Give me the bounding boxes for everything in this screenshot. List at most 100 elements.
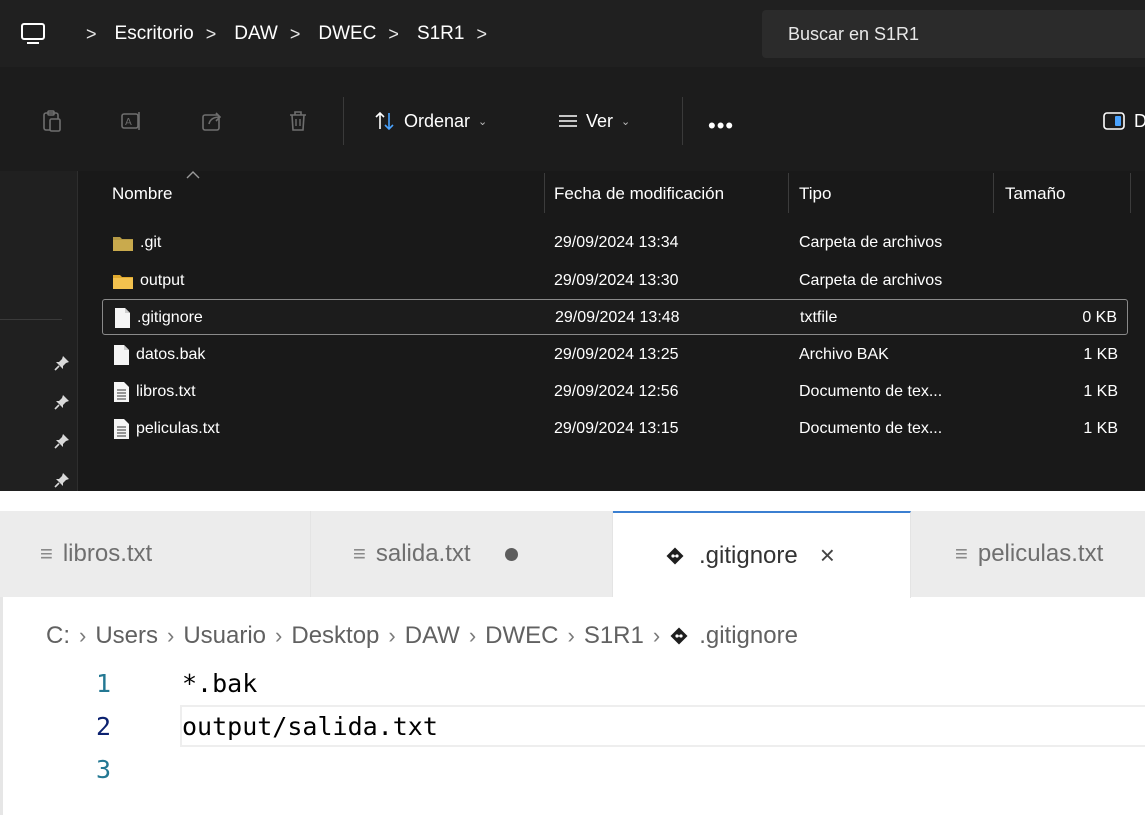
file-row-gitignore[interactable]: .gitignore 29/09/2024 13:48 txtfile 0 KB [102, 299, 1128, 335]
file-row-libros-txt[interactable]: libros.txt 29/09/2024 12:56 Documento de… [102, 374, 1128, 410]
file-date: 29/09/2024 13:48 [555, 309, 680, 326]
delete-icon[interactable] [286, 109, 310, 133]
breadcrumb-gitignore[interactable]: .gitignore [699, 622, 798, 650]
text-file-icon [114, 382, 129, 402]
chevron-down-icon: ⌄ [621, 115, 631, 128]
line-number: 3 [96, 754, 112, 784]
breadcrumb-usuario[interactable]: Usuario [183, 622, 266, 650]
file-date: 29/09/2024 12:56 [554, 383, 679, 400]
rename-icon[interactable]: A [120, 109, 144, 133]
address-bar[interactable]: > Escritorio > DAW > DWEC > S1R1 > Busca… [0, 0, 1145, 67]
sort-button[interactable]: Ordenar ⌄ [374, 107, 487, 135]
more-options-button[interactable]: ••• [708, 113, 734, 139]
details-pane-icon [1103, 112, 1125, 130]
breadcrumb-escritorio[interactable]: Escritorio [115, 23, 194, 45]
share-icon[interactable] [200, 109, 224, 133]
file-name-cell: libros.txt [112, 374, 196, 410]
column-divider[interactable] [993, 173, 994, 213]
chevron-right-icon[interactable]: > [206, 24, 217, 45]
line-number: 2 [96, 711, 112, 741]
tab-libros-txt[interactable]: ≡ libros.txt [0, 511, 311, 597]
editor-tab-bar: ≡ libros.txt ≡ salida.txt .gitignore × ≡… [0, 511, 1145, 598]
view-button[interactable]: Ver ⌄ [558, 107, 630, 135]
pin-icon[interactable] [54, 472, 70, 488]
column-header-size[interactable]: Tamaño [1005, 171, 1065, 217]
tab-salida-txt[interactable]: ≡ salida.txt [311, 511, 613, 597]
file-date: 29/09/2024 13:25 [554, 346, 679, 363]
breadcrumb-s1r1[interactable]: S1R1 [584, 622, 644, 650]
git-diamond-icon [670, 627, 688, 645]
code-line[interactable]: 1 *.bak [0, 662, 1145, 704]
file-name: output [140, 272, 185, 289]
breadcrumb-daw[interactable]: DAW [405, 622, 460, 650]
editor-breadcrumb: C: › Users › Usuario › Desktop › DAW › D… [46, 616, 798, 656]
file-size: 1 KB [1083, 383, 1118, 400]
toolbar-divider [682, 97, 683, 145]
column-header-date[interactable]: Fecha de modificación [554, 171, 724, 217]
breadcrumb-users[interactable]: Users [95, 622, 158, 650]
pin-icon[interactable] [54, 355, 70, 371]
chevron-right-icon: › [567, 623, 575, 648]
file-row-git[interactable]: .git 29/09/2024 13:34 Carpeta de archivo… [102, 225, 1128, 261]
unsaved-dot-icon[interactable] [504, 547, 518, 561]
pin-icon[interactable] [54, 394, 70, 410]
file-row-datos-bak[interactable]: datos.bak 29/09/2024 13:25 Archivo BAK 1… [102, 337, 1128, 373]
lines-icon: ≡ [40, 541, 53, 566]
chevron-right-icon[interactable]: > [388, 24, 399, 45]
search-input[interactable]: Buscar en S1R1 [762, 10, 1145, 58]
file-icon [114, 345, 129, 365]
lines-icon: ≡ [353, 541, 366, 566]
breadcrumb-dwec[interactable]: DWEC [485, 622, 558, 650]
this-pc-icon[interactable] [20, 22, 46, 46]
code-line-current[interactable]: 2 output/salida.txt [0, 705, 1145, 747]
file-row-output[interactable]: output 29/09/2024 13:30 Carpeta de archi… [102, 263, 1128, 299]
close-icon[interactable]: × [820, 540, 835, 571]
breadcrumb-dwec[interactable]: DWEC [318, 23, 376, 45]
pin-icon[interactable] [54, 433, 70, 449]
column-divider[interactable] [544, 173, 545, 213]
chevron-right-icon[interactable]: > [86, 24, 97, 45]
text-file-icon [114, 419, 129, 439]
line-number: 1 [96, 668, 112, 698]
tab-label: libros.txt [62, 540, 153, 567]
column-divider[interactable] [788, 173, 789, 213]
tab-gitignore[interactable]: .gitignore × [613, 511, 911, 598]
address-breadcrumb: > Escritorio > DAW > DWEC > S1R1 > [74, 18, 505, 50]
sort-label: Ordenar [404, 110, 471, 131]
chevron-right-icon: › [652, 623, 661, 648]
paste-icon[interactable] [40, 109, 64, 133]
breadcrumb-daw[interactable]: DAW [234, 23, 278, 45]
column-header-type[interactable]: Tipo [799, 171, 831, 217]
file-date: 29/09/2024 13:34 [554, 234, 679, 251]
chevron-right-icon: › [167, 623, 175, 648]
file-date: 29/09/2024 13:30 [554, 272, 679, 289]
tab-label: salida.txt [375, 540, 471, 567]
git-diamond-icon [666, 547, 684, 564]
navigation-pane[interactable] [0, 171, 78, 491]
toolbar-divider [343, 97, 344, 145]
lines-icon: ≡ [955, 541, 968, 566]
file-name-cell: datos.bak [112, 337, 205, 373]
view-lines-icon [559, 115, 577, 127]
details-pane-button[interactable]: Detalles [1103, 107, 1145, 135]
code-line[interactable]: 3 [0, 748, 1145, 790]
file-name: peliculas.txt [136, 420, 220, 437]
chevron-right-icon[interactable]: > [476, 24, 487, 45]
chevron-right-icon[interactable]: > [290, 24, 301, 45]
file-explorer-window: > Escritorio > DAW > DWEC > S1R1 > Busca… [0, 0, 1145, 491]
file-type: Documento de tex... [799, 383, 943, 400]
breadcrumb-drive[interactable]: C: [46, 622, 70, 650]
file-list: Nombre Fecha de modificación Tipo Tamaño… [79, 171, 1145, 491]
column-header-name[interactable]: Nombre [112, 171, 172, 217]
breadcrumb-desktop[interactable]: Desktop [291, 622, 379, 650]
line-text[interactable]: *.bak [182, 662, 257, 704]
column-divider[interactable] [1130, 173, 1131, 213]
file-row-peliculas-txt[interactable]: peliculas.txt 29/09/2024 13:15 Documento… [102, 411, 1128, 447]
breadcrumb-s1r1[interactable]: S1R1 [417, 23, 465, 45]
file-name-cell: .git [112, 225, 161, 261]
line-text[interactable]: output/salida.txt [182, 705, 438, 747]
file-name-cell: peliculas.txt [112, 411, 220, 447]
tab-peliculas-txt[interactable]: ≡ peliculas.txt [911, 511, 1145, 597]
file-date: 29/09/2024 13:15 [554, 420, 679, 437]
file-name: .gitignore [137, 309, 203, 326]
